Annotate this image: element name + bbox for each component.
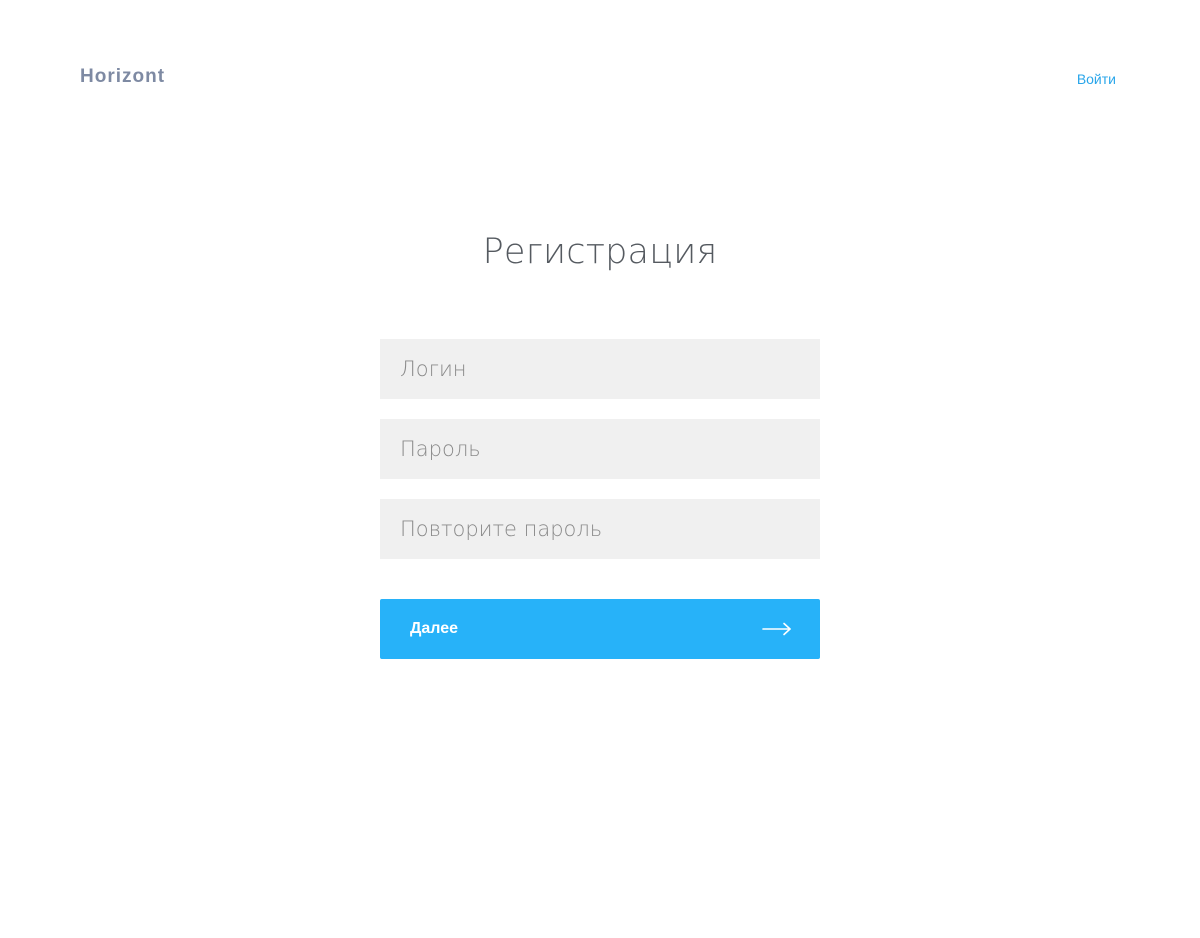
logo[interactable]: Horizont <box>80 66 165 88</box>
login-link[interactable]: Войти <box>1077 71 1116 87</box>
registration-form: Далее <box>380 339 820 659</box>
next-button-label: Далее <box>410 620 459 637</box>
login-field[interactable] <box>380 339 820 399</box>
next-button[interactable]: Далее <box>380 599 820 659</box>
arrow-right-icon <box>762 622 792 636</box>
password-field[interactable] <box>380 419 820 479</box>
page-title: Регистрация <box>482 232 718 272</box>
repeat-password-field[interactable] <box>380 499 820 559</box>
registration-page: Horizont Войти Регистрация Далее <box>0 0 1200 938</box>
